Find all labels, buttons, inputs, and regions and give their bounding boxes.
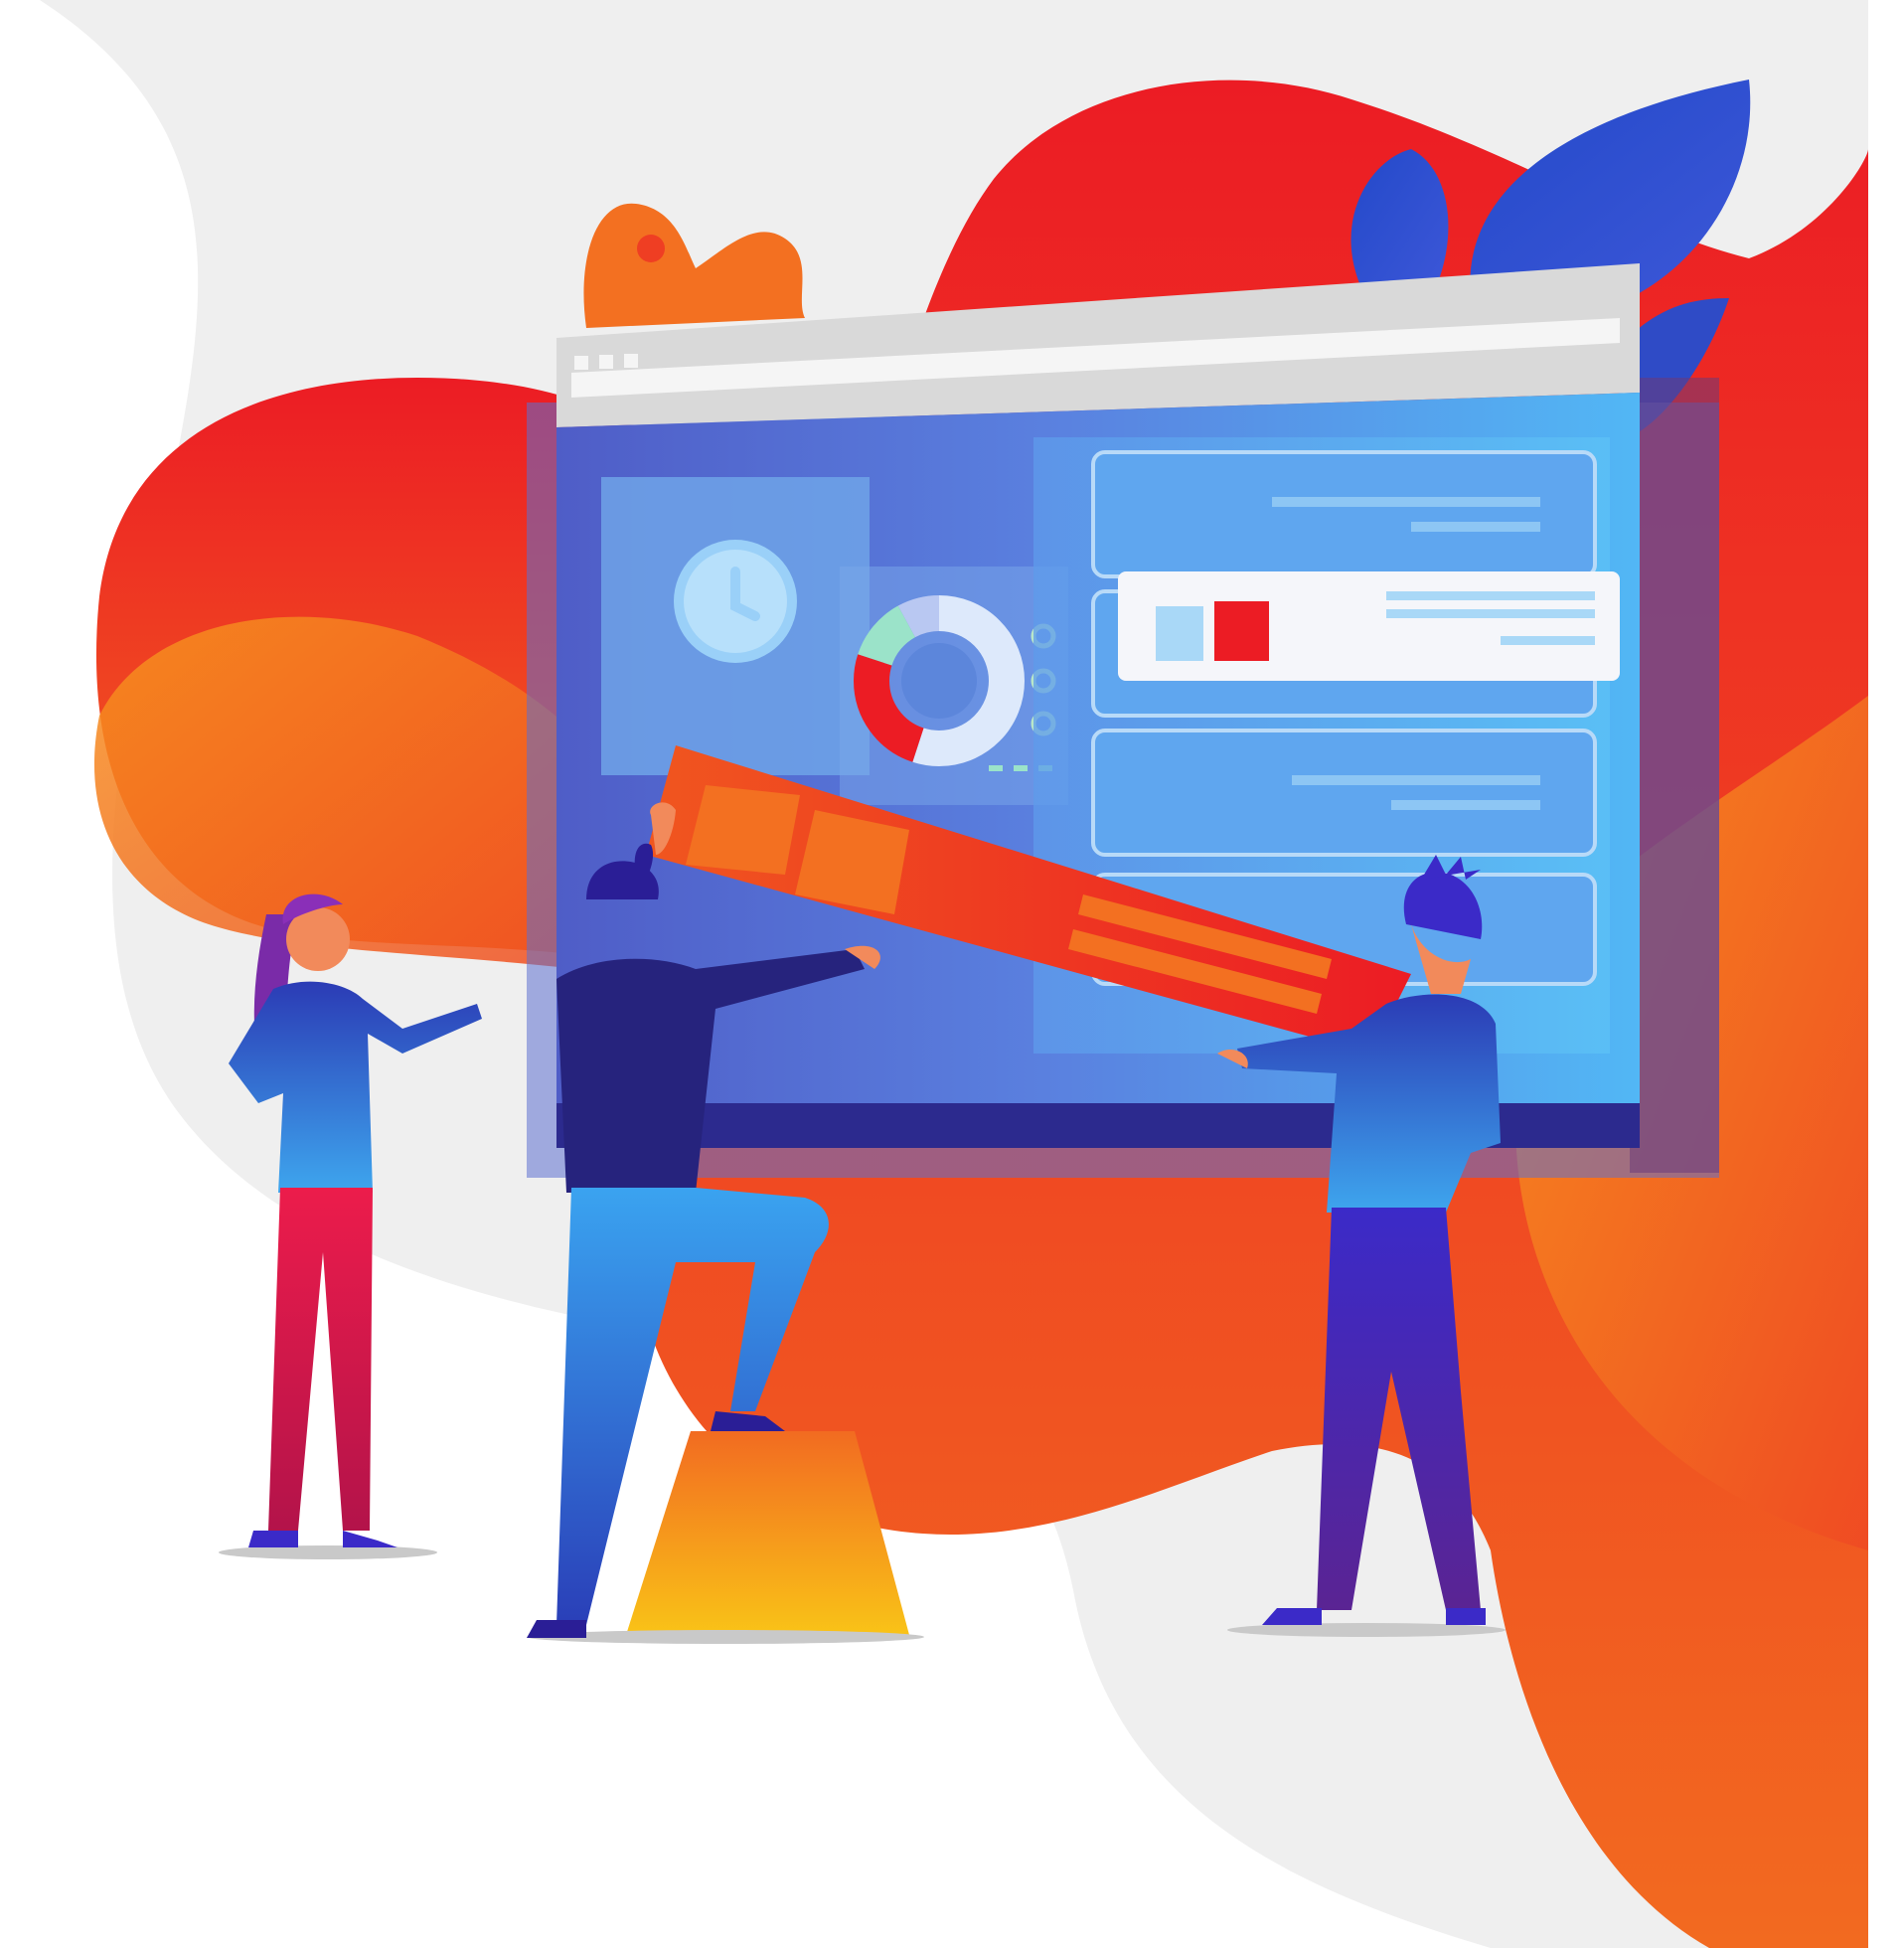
ground-shadow (219, 1545, 437, 1559)
clock-icon (674, 540, 797, 663)
list-row (1091, 450, 1597, 578)
donut-hole (901, 643, 977, 719)
window-control-dot (624, 354, 638, 368)
window-control-dot (574, 356, 588, 370)
ground-shadow (1227, 1623, 1506, 1637)
window-control-dot (599, 355, 613, 369)
illustration-svg (40, 0, 1868, 1948)
card-element-icon (1118, 571, 1620, 681)
illustration-scene (0, 0, 1904, 1948)
list-row (1091, 729, 1597, 857)
